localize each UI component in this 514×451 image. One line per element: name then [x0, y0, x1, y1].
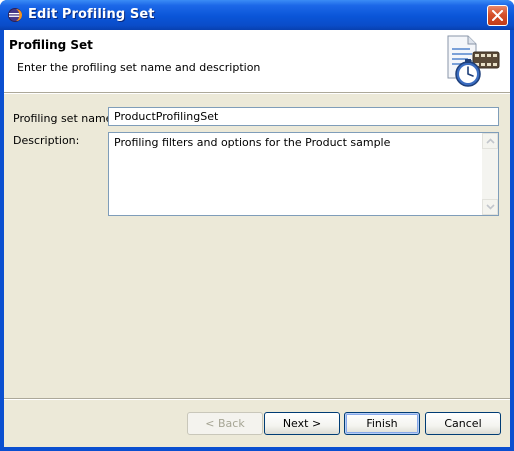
description-scrollbar[interactable] [482, 133, 498, 215]
chevron-down-icon [486, 204, 495, 210]
page-title: Profiling Set [9, 38, 93, 52]
dialog-body: Profiling Set Enter the profiling set na… [4, 30, 510, 447]
next-button[interactable]: Next > [264, 412, 340, 435]
header-separator-highlight [4, 93, 510, 94]
title-bar[interactable]: Edit Profiling Set [0, 0, 514, 30]
footer-separator-highlight [4, 399, 510, 400]
description-textarea[interactable]: Profiling filters and options for the Pr… [108, 132, 499, 216]
close-icon [492, 10, 503, 21]
eclipse-icon [7, 7, 23, 23]
profiling-set-name-input[interactable]: ProductProfilingSet [108, 107, 499, 126]
cancel-button[interactable]: Cancel [425, 412, 501, 435]
profiling-stopwatch-icon [438, 32, 506, 90]
close-button[interactable] [487, 5, 508, 26]
description-label: Description: [13, 134, 80, 147]
chevron-up-icon [486, 138, 495, 144]
scroll-down-button[interactable] [482, 199, 498, 215]
profiling-set-name-label: Profiling set name: [13, 112, 117, 125]
wizard-header: Profiling Set Enter the profiling set na… [4, 30, 510, 92]
dialog-window: Edit Profiling Set Profiling Set Enter t… [0, 0, 514, 451]
window-title: Edit Profiling Set [28, 7, 155, 22]
description-text: Profiling filters and options for the Pr… [114, 136, 391, 149]
back-button[interactable]: < Back [187, 412, 263, 435]
finish-button[interactable]: Finish [344, 412, 420, 435]
page-description: Enter the profiling set name and descrip… [17, 61, 261, 74]
scroll-up-button[interactable] [482, 133, 498, 149]
